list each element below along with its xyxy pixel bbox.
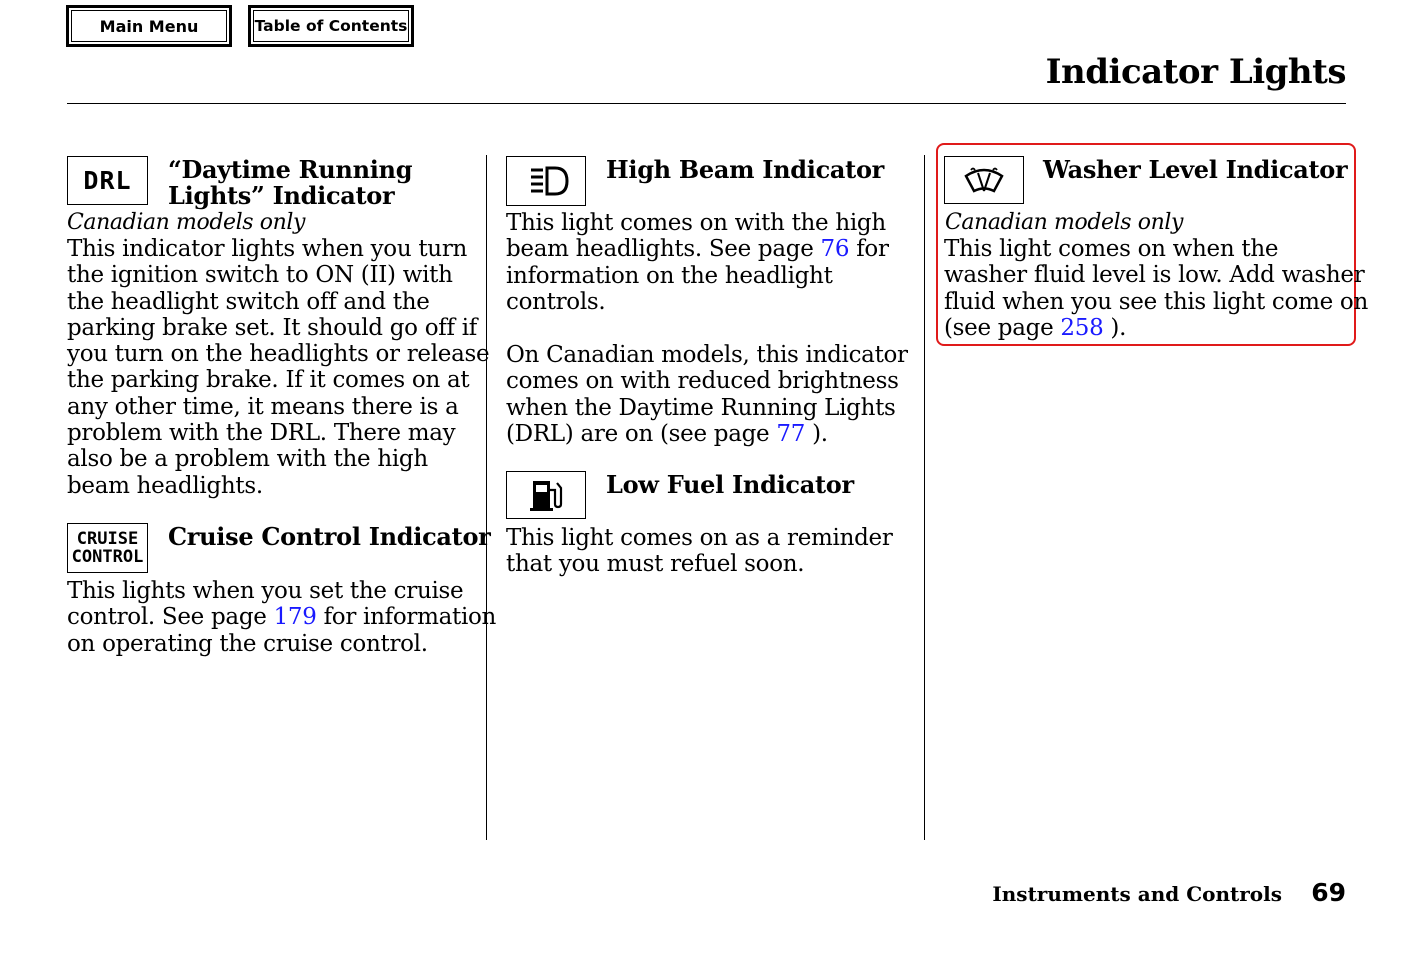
table-of-contents-button[interactable]: Table of Contents: [248, 5, 414, 47]
footer-section-name: Instruments and Controls: [992, 882, 1282, 906]
page-link-76[interactable]: 76: [821, 236, 850, 262]
cruise-control-icon: CRUISE CONTROL: [67, 523, 148, 573]
page-link-258[interactable]: 258: [1060, 315, 1103, 341]
fuel-pump-icon: [506, 471, 586, 519]
high-beam-body: This light comes on with the high beam h…: [506, 210, 889, 315]
drl-icon: DRL: [67, 156, 148, 205]
main-menu-button[interactable]: Main Menu: [66, 5, 232, 47]
page-number: 69: [1311, 878, 1346, 907]
page-title: Indicator Lights: [1045, 52, 1347, 92]
page-link-77[interactable]: 77: [776, 421, 805, 447]
drl-body: This indicator lights when you turn the …: [67, 236, 490, 499]
high-beam-heading: High Beam Indicator: [606, 155, 885, 184]
washer-icon: [944, 156, 1024, 204]
washer-note: Canadian models only: [945, 210, 1184, 235]
cruise-body: This lights when you set the cruise cont…: [67, 578, 497, 657]
high-beam-canadian-body: On Canadian models, this indicator comes…: [506, 342, 908, 447]
cruise-heading: Cruise Control Indicator: [168, 522, 491, 551]
high-beam-icon: [506, 156, 586, 206]
column-divider-2: [924, 155, 925, 840]
drl-note: Canadian models only: [67, 210, 306, 235]
low-fuel-body: This light comes on as a reminder that y…: [506, 525, 893, 578]
low-fuel-heading: Low Fuel Indicator: [606, 470, 854, 499]
page-link-179[interactable]: 179: [274, 604, 317, 630]
title-divider: [67, 103, 1346, 104]
washer-heading: Washer Level Indicator: [1043, 155, 1348, 184]
washer-body: This light comes on when the washer flui…: [944, 236, 1368, 341]
drl-heading: “Daytime Running Lights” Indicator: [168, 155, 413, 210]
